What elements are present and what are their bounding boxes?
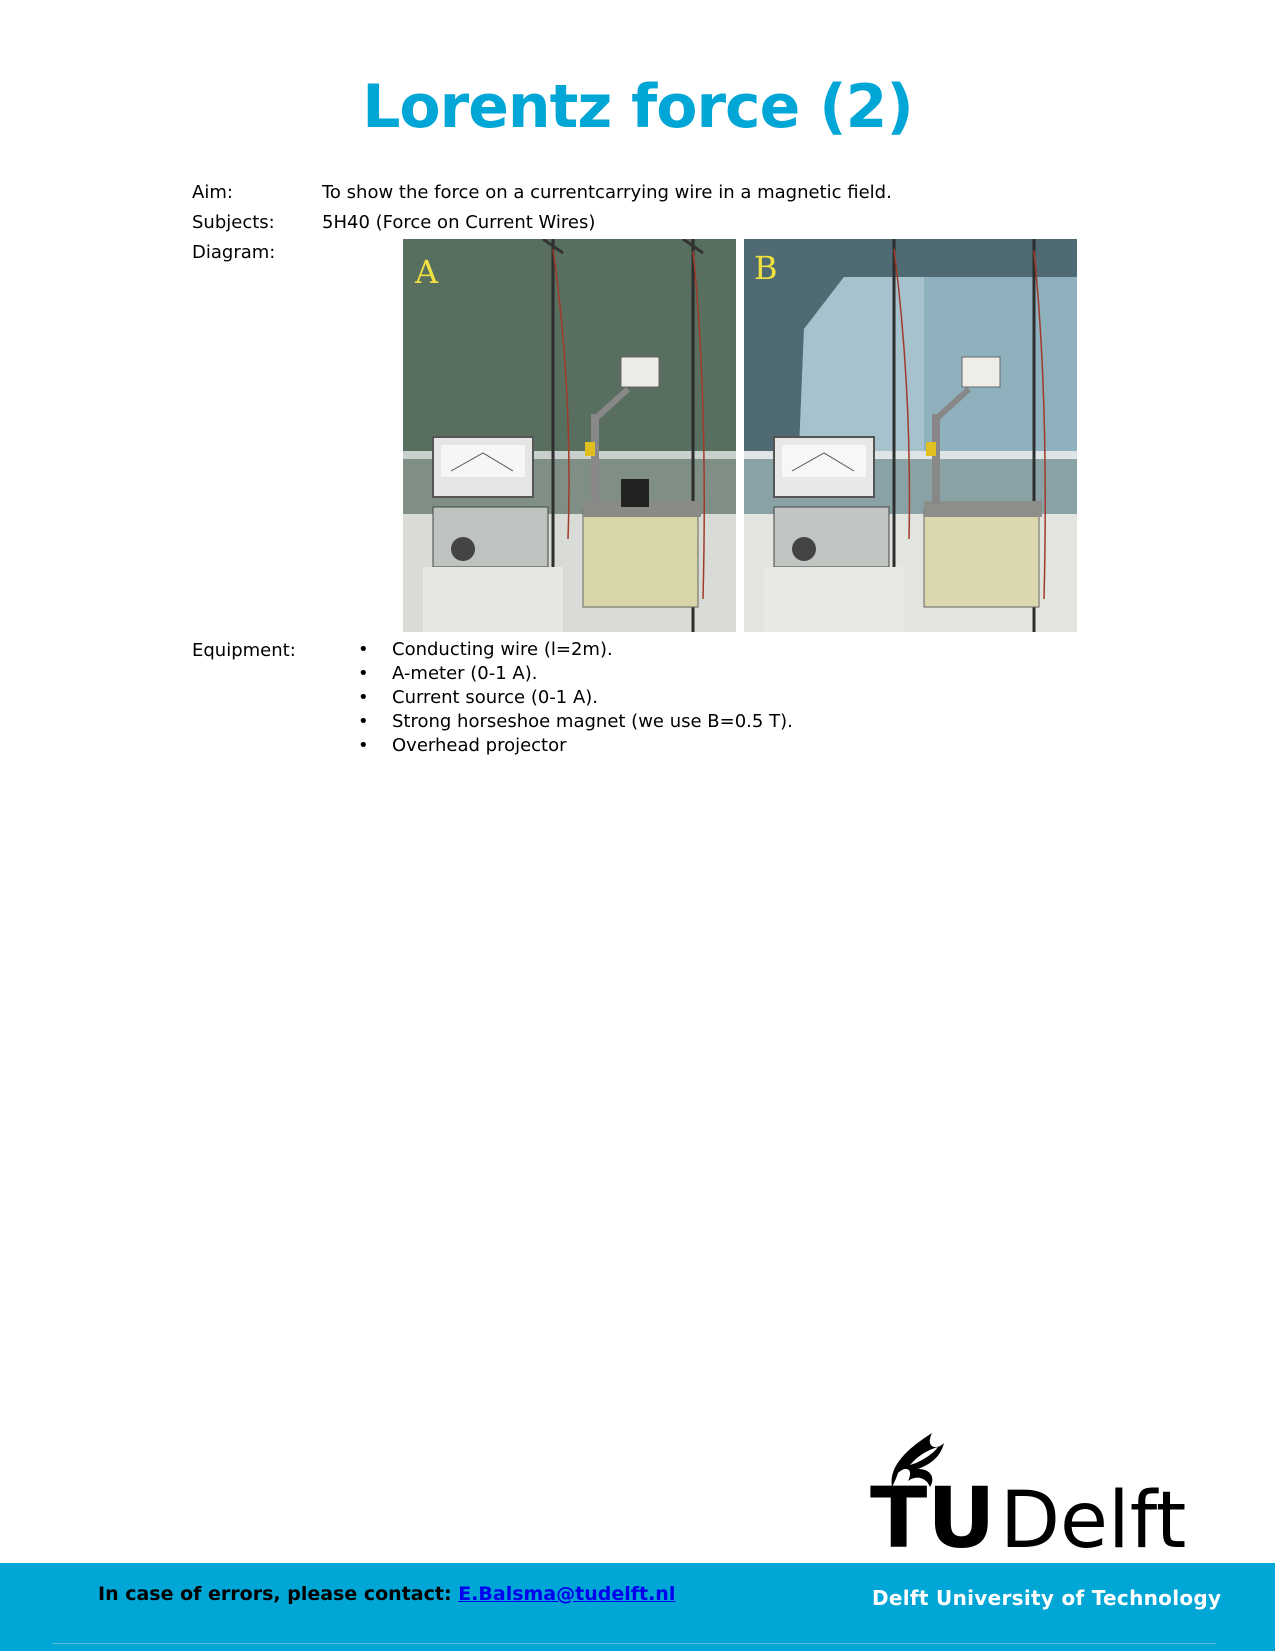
list-item: • A-meter (0-1 A).: [354, 662, 793, 686]
tudelft-logo: TU Delft: [870, 1425, 1190, 1567]
aim-value: To show the force on a currentcarrying w…: [322, 182, 892, 203]
equipment-label: Equipment:: [192, 640, 296, 661]
list-item: • Strong horseshoe magnet (we use B=0.5 T…: [354, 710, 793, 734]
contact-prefix: In case of errors, please contact:: [98, 1583, 452, 1605]
equipment-item-text: A-meter (0-1 A).: [392, 663, 538, 684]
subjects-value: 5H40 (Force on Current Wires): [322, 212, 596, 233]
contact-line: In case of errors, please contact: E.Bal…: [98, 1583, 675, 1605]
bullet-icon: •: [358, 639, 369, 660]
photo-a-letter: A: [414, 253, 439, 291]
equipment-item-text: Conducting wire (l=2m).: [392, 639, 613, 660]
list-item: • Conducting wire (l=2m).: [354, 638, 793, 662]
list-item: • Overhead projector: [354, 734, 793, 758]
subjects-label: Subjects:: [192, 212, 275, 233]
diagram-label: Diagram:: [192, 242, 276, 263]
bullet-icon: •: [358, 663, 369, 684]
aim-label: Aim:: [192, 182, 233, 203]
bullet-icon: •: [358, 711, 369, 732]
equipment-item-text: Current source (0-1 A).: [392, 687, 599, 708]
university-name: Delft University of Technology: [872, 1586, 1222, 1610]
list-item: • Current source (0-1 A).: [354, 686, 793, 710]
equipment-list: • Conducting wire (l=2m). • A-meter (0-1 A…: [354, 638, 793, 758]
diagram-photo-b: B: [744, 239, 1077, 632]
diagram-photo-a: A: [403, 239, 736, 632]
logo-delft-text: Delft: [1000, 1476, 1186, 1555]
page-title: Lorentz force (2): [362, 72, 914, 142]
photo-b-letter: B: [754, 249, 778, 287]
contact-email-link[interactable]: E.Balsma@tudelft.nl: [458, 1583, 675, 1605]
footer-divider: [52, 1643, 1216, 1644]
bullet-icon: •: [358, 735, 369, 756]
equipment-item-text: Overhead projector: [392, 735, 567, 756]
equipment-item-text: Strong horseshoe magnet (we use B=0.5 T)…: [392, 711, 793, 732]
footer: In case of errors, please contact: E.Bal…: [0, 1563, 1275, 1651]
bullet-icon: •: [358, 687, 369, 708]
logo-tu-text: TU: [870, 1469, 996, 1555]
